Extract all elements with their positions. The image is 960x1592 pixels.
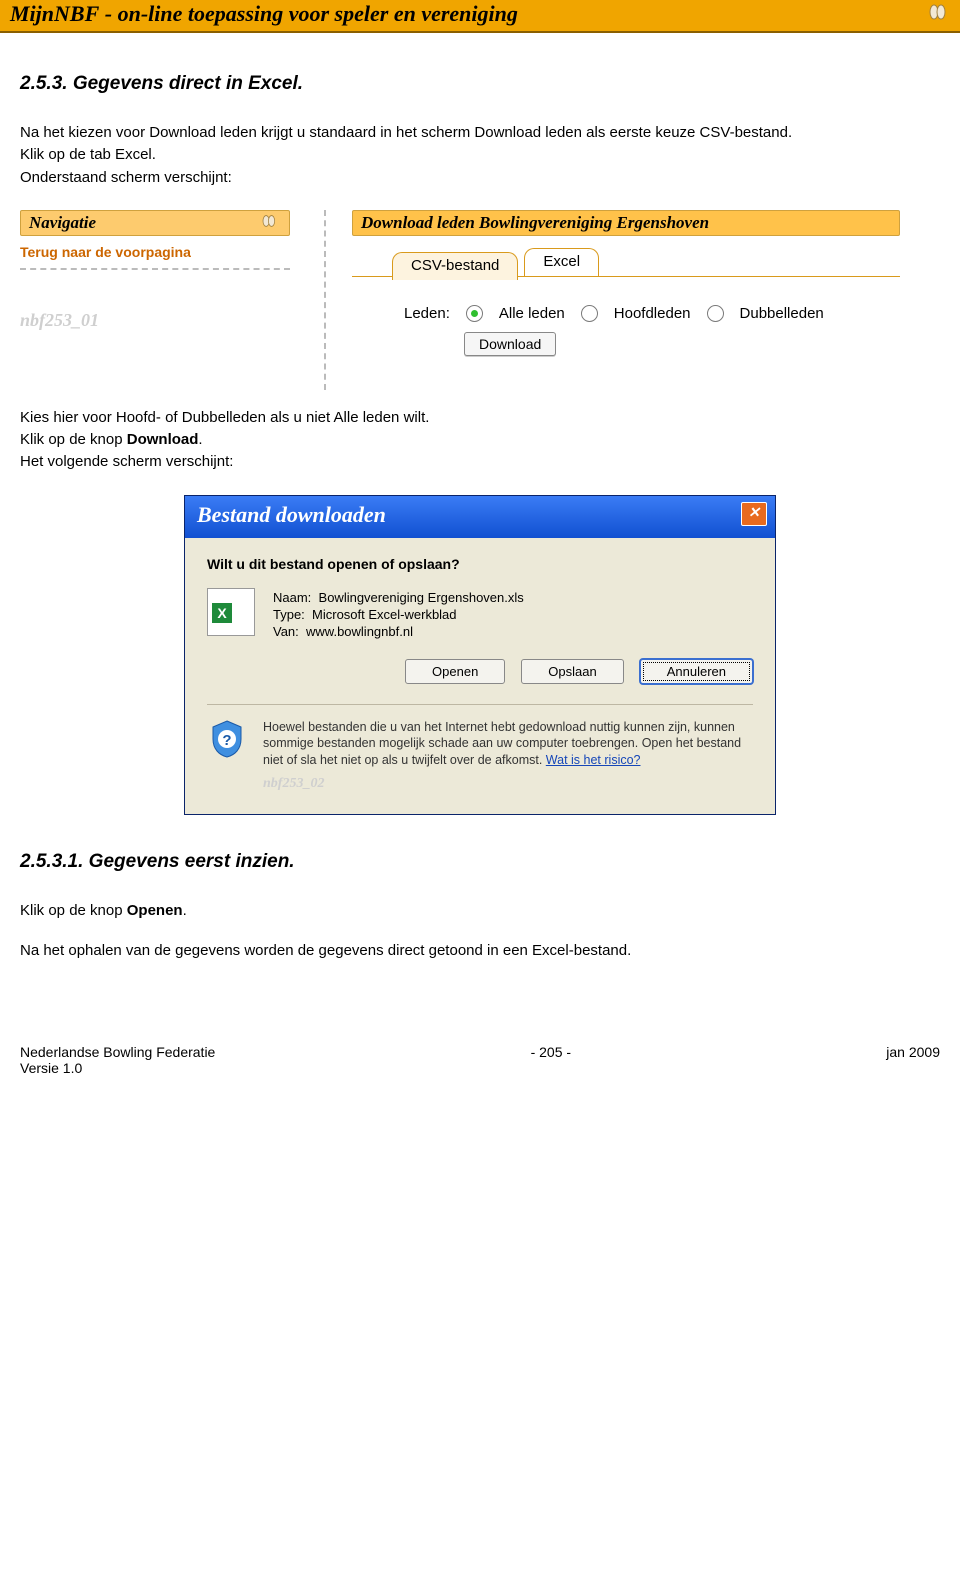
paragraph: Klik op de knop Openen. — [20, 901, 940, 921]
dialog-question: Wilt u dit bestand openen of opslaan? — [207, 556, 753, 572]
page-number: - 205 - — [215, 1044, 886, 1060]
radio-label: Alle leden — [499, 305, 565, 322]
field-label: Type: — [273, 607, 305, 622]
paragraph: Klik op de tab Excel. — [20, 145, 940, 165]
svg-text:?: ? — [222, 732, 231, 749]
page-footer: Nederlandse Bowling Federatie - 205 - ja… — [0, 1044, 960, 1060]
paragraph: Onderstaand scherm verschijnt: — [20, 168, 940, 188]
footer-date: jan 2009 — [886, 1044, 940, 1060]
field-label: Van: — [273, 624, 299, 639]
embedded-screenshot-1: Navigatie Terug naar de voorpagina nbf25… — [20, 210, 900, 390]
pins-icon — [259, 213, 281, 233]
footer-left: Nederlandse Bowling Federatie — [20, 1044, 215, 1060]
download-dialog: Bestand downloaden ✕ Wilt u dit bestand … — [184, 495, 776, 816]
leden-label: Leden: — [404, 305, 450, 322]
excel-file-icon: X — [207, 588, 255, 636]
shield-icon: ? — [207, 719, 247, 759]
text-bold: Download — [127, 431, 199, 448]
download-header: Download leden Bowlingvereniging Ergensh… — [352, 210, 900, 236]
nav-header: Navigatie — [20, 210, 290, 236]
paragraph: Kies hier voor Hoofd- of Dubbelleden als… — [20, 408, 940, 428]
version-label: Versie 1.0 — [0, 1060, 960, 1076]
tab-csv[interactable]: CSV-bestand — [392, 252, 518, 280]
cancel-button[interactable]: Annuleren — [640, 659, 753, 684]
radio-dubbelleden[interactable] — [707, 305, 724, 322]
field-value: www.bowlingnbf.nl — [306, 624, 413, 639]
nav-back-link[interactable]: Terug naar de voorpagina — [20, 244, 290, 260]
screenshot-id: nbf253_02 — [263, 775, 753, 794]
save-button[interactable]: Opslaan — [521, 659, 623, 684]
text: . — [183, 902, 187, 919]
section-heading: 2.5.3. Gegevens direct in Excel. — [20, 73, 940, 95]
app-banner: MijnNBF - on-line toepassing voor speler… — [0, 0, 960, 33]
field-value: Microsoft Excel-werkblad — [312, 607, 457, 622]
paragraph: Na het kiezen voor Download leden krijgt… — [20, 123, 940, 143]
dialog-title: Bestand downloaden — [197, 502, 386, 528]
warning-text: Hoewel bestanden die u van het Internet … — [263, 719, 753, 795]
open-button[interactable]: Openen — [405, 659, 505, 684]
text: Klik op de knop — [20, 431, 127, 448]
download-button[interactable]: Download — [464, 332, 556, 356]
section-heading: 2.5.3.1. Gegevens eerst inzien. — [20, 851, 940, 873]
text: . — [198, 431, 202, 448]
pins-icon — [926, 3, 952, 25]
risk-link[interactable]: Wat is het risico? — [546, 753, 641, 767]
paragraph: Na het ophalen van de gegevens worden de… — [20, 941, 940, 961]
banner-title-rest: - on-line toepassing voor speler en vere… — [99, 1, 518, 26]
tab-excel[interactable]: Excel — [524, 248, 599, 276]
nav-header-label: Navigatie — [29, 213, 96, 233]
paragraph: Het volgende scherm verschijnt: — [20, 452, 940, 472]
screenshot-id: nbf253_01 — [20, 310, 290, 331]
radio-label: Hoofdleden — [614, 305, 691, 322]
paragraph: Klik op de knop Download. — [20, 430, 940, 450]
field-label: Naam: — [273, 590, 311, 605]
radio-alle-leden[interactable] — [466, 305, 483, 322]
banner-title-prefix: MijnNBF — [10, 1, 99, 26]
radio-label: Dubbelleden — [740, 305, 824, 322]
text-bold: Openen — [127, 902, 183, 919]
text: Klik op de knop — [20, 902, 127, 919]
close-icon[interactable]: ✕ — [741, 502, 767, 526]
text: Hoewel bestanden die u van het Internet … — [263, 720, 741, 768]
radio-hoofdleden[interactable] — [581, 305, 598, 322]
field-value: Bowlingvereniging Ergenshoven.xls — [319, 590, 524, 605]
